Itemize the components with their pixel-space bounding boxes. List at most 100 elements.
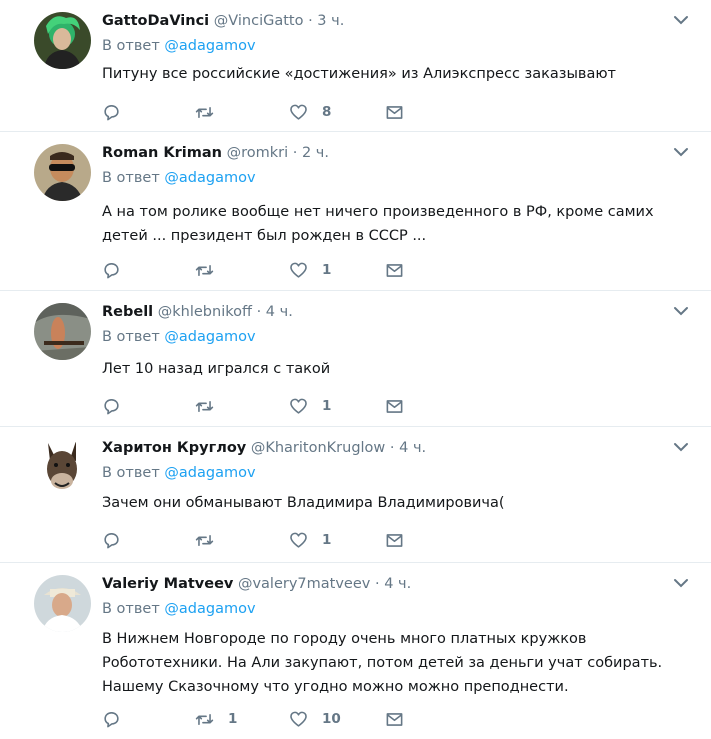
heart-icon — [290, 104, 307, 120]
direct-message-button[interactable] — [385, 259, 404, 281]
avatar[interactable] — [34, 144, 91, 201]
reply-context: В ответ @adagamov — [102, 329, 256, 345]
reply-button[interactable] — [102, 529, 121, 551]
tweet-text: В Нижнем Новгороде по городу очень много… — [102, 631, 663, 695]
author-handle[interactable]: @valery7matveev — [238, 576, 370, 592]
mention-link[interactable]: @adagamov — [164, 601, 255, 617]
envelope-icon — [386, 399, 403, 413]
tweet[interactable]: Rebell @khlebnikoff · 4 ч. В ответ @adag… — [0, 291, 711, 427]
tweet-text: А на том ролике вообще нет ничего произв… — [102, 204, 654, 244]
like-count: 1 — [322, 532, 332, 548]
tweet-text: Питуну все российские «достижения» из Ал… — [102, 66, 617, 82]
reply-prefix: В ответ — [102, 329, 160, 345]
author-name[interactable]: Харитон Круглоу — [102, 440, 246, 456]
reply-prefix: В ответ — [102, 38, 160, 54]
separator-dot: · — [389, 440, 395, 456]
avatar[interactable] — [34, 575, 91, 632]
avatar[interactable] — [34, 439, 91, 496]
author-handle[interactable]: @romkri — [227, 145, 289, 161]
author-name[interactable]: GattoDaVinci — [102, 13, 209, 29]
author-name[interactable]: Roman Kriman — [102, 145, 222, 161]
direct-message-button[interactable] — [385, 708, 404, 730]
timestamp[interactable]: 3 ч. — [317, 13, 344, 29]
heart-icon — [290, 532, 307, 548]
direct-message-button[interactable] — [385, 101, 404, 123]
author-handle[interactable]: @KharitonKruglow — [251, 440, 385, 456]
mention-link[interactable]: @adagamov — [164, 329, 255, 345]
author-name[interactable]: Valeriy Matveev — [102, 576, 233, 592]
reply-icon — [104, 532, 119, 548]
like-button[interactable]: 1 — [289, 259, 331, 281]
retweet-icon — [195, 400, 214, 412]
retweet-icon — [195, 713, 214, 725]
reply-feed: GattoDaVinci @VinciGatto · 3 ч. В ответ … — [0, 0, 711, 739]
envelope-icon — [386, 105, 403, 119]
mention-link[interactable]: @adagamov — [164, 465, 255, 481]
mention-link[interactable]: @adagamov — [164, 38, 255, 54]
reply-context: В ответ @adagamov — [102, 170, 256, 186]
reply-button[interactable] — [102, 395, 121, 417]
like-button[interactable]: 1 — [289, 529, 331, 551]
mention-link[interactable]: @adagamov — [164, 170, 255, 186]
reply-icon — [104, 398, 119, 414]
tweet-text: Лет 10 назад игрался с такой — [102, 361, 331, 377]
tweet[interactable]: Roman Kriman @romkri · 2 ч. В ответ @ada… — [0, 132, 711, 291]
reply-button[interactable] — [102, 259, 121, 281]
envelope-icon — [386, 712, 403, 726]
avatar[interactable] — [34, 303, 91, 360]
like-button[interactable]: 1 — [289, 395, 331, 417]
author-handle[interactable]: @khlebnikoff — [158, 304, 252, 320]
reply-prefix: В ответ — [102, 601, 160, 617]
retweet-button[interactable] — [195, 395, 228, 417]
like-count: 1 — [322, 398, 332, 414]
tweet[interactable]: Valeriy Matveev @valery7matveev · 4 ч. В… — [0, 563, 711, 739]
heart-icon — [290, 711, 307, 727]
reply-context: В ответ @adagamov — [102, 38, 256, 54]
retweet-icon — [195, 264, 214, 276]
direct-message-button[interactable] — [385, 395, 404, 417]
like-button[interactable]: 10 — [289, 708, 341, 730]
timestamp[interactable]: 4 ч. — [384, 576, 411, 592]
like-button[interactable]: 8 — [289, 101, 331, 123]
timestamp[interactable]: 4 ч. — [399, 440, 426, 456]
timestamp[interactable]: 4 ч. — [266, 304, 293, 320]
like-count: 8 — [322, 104, 332, 120]
reply-context: В ответ @adagamov — [102, 601, 256, 617]
reply-prefix: В ответ — [102, 465, 160, 481]
envelope-icon — [386, 533, 403, 547]
retweet-button[interactable] — [195, 529, 228, 551]
reply-button[interactable] — [102, 101, 121, 123]
reply-icon — [104, 262, 119, 278]
reply-prefix: В ответ — [102, 170, 160, 186]
chevron-down-icon[interactable] — [673, 441, 689, 453]
like-count: 1 — [322, 262, 332, 278]
tweet[interactable]: GattoDaVinci @VinciGatto · 3 ч. В ответ … — [0, 0, 711, 132]
separator-dot: · — [256, 304, 262, 320]
direct-message-button[interactable] — [385, 529, 404, 551]
separator-dot: · — [308, 13, 313, 29]
chevron-down-icon[interactable] — [673, 577, 689, 589]
author-name[interactable]: Rebell — [102, 304, 153, 320]
chevron-down-icon[interactable] — [673, 305, 689, 317]
separator-dot: · — [292, 145, 298, 161]
tweet[interactable]: Харитон Круглоу @KharitonKruglow · 4 ч. … — [0, 427, 711, 563]
tweet-text: Зачем они обманывают Владимира Владимиро… — [102, 495, 505, 511]
retweet-count: 1 — [228, 711, 238, 727]
heart-icon — [290, 262, 307, 278]
chevron-down-icon[interactable] — [673, 146, 689, 158]
reply-button[interactable] — [102, 708, 121, 730]
timestamp[interactable]: 2 ч. — [302, 145, 329, 161]
author-handle[interactable]: @VinciGatto — [214, 13, 304, 29]
reply-context: В ответ @adagamov — [102, 465, 256, 481]
avatar[interactable] — [34, 12, 91, 69]
retweet-icon — [195, 106, 214, 118]
reply-icon — [104, 104, 119, 120]
heart-icon — [290, 398, 307, 414]
chevron-down-icon[interactable] — [673, 14, 689, 26]
retweet-button[interactable]: 1 — [195, 708, 237, 730]
separator-dot: · — [374, 576, 380, 592]
retweet-button[interactable] — [195, 259, 228, 281]
retweet-icon — [195, 534, 214, 546]
reply-icon — [104, 711, 119, 727]
retweet-button[interactable] — [195, 101, 228, 123]
